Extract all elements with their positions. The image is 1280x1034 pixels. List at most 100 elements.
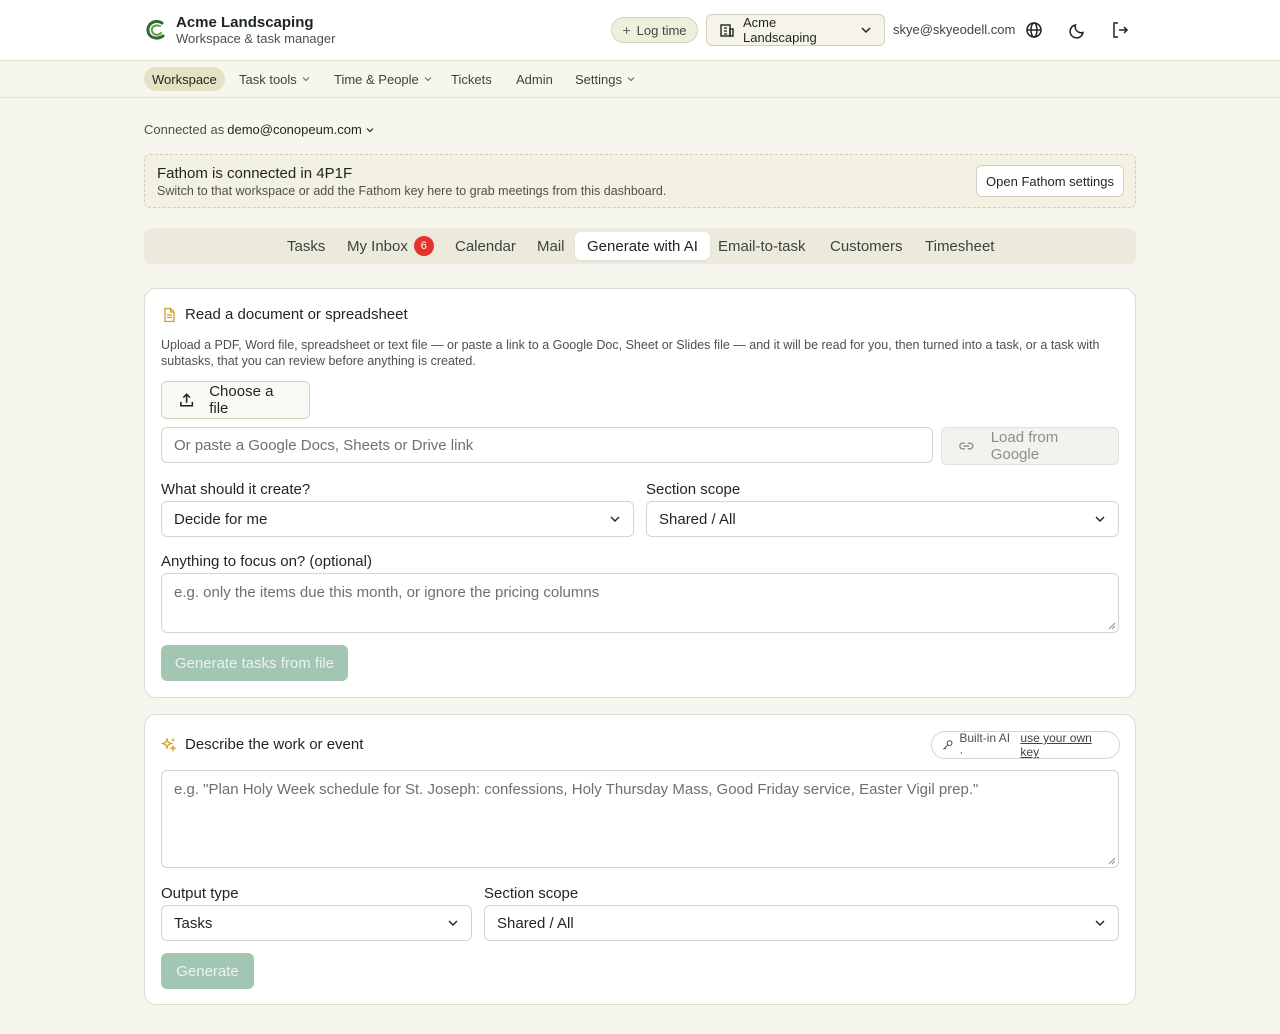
load-from-google-label: Load from Google [990, 429, 1059, 463]
ai-builtin-label: Built-in AI · [959, 731, 1011, 759]
tab-my-inbox[interactable]: My Inbox 6 [335, 232, 446, 260]
nav-time-people[interactable]: Time & People [326, 67, 441, 91]
read-document-title-text: Read a document or spreadsheet [185, 306, 408, 323]
tab-calendar[interactable]: Calendar [443, 232, 528, 260]
tab-calendar-label: Calendar [455, 237, 516, 255]
describe-work-placeholder: e.g. "Plan Holy Week schedule for St. Jo… [174, 781, 979, 798]
resize-handle-icon[interactable] [1108, 857, 1116, 865]
read-document-description: Upload a PDF, Word file, spreadsheet or … [161, 338, 1100, 368]
globe-icon[interactable] [1024, 20, 1044, 40]
workspace-select[interactable]: Acme Landscaping [706, 14, 885, 46]
leaf-logo-icon [146, 19, 165, 40]
moon-icon[interactable] [1068, 20, 1088, 40]
nav-task-tools[interactable]: Task tools [231, 67, 319, 91]
tab-mail[interactable]: Mail [525, 232, 577, 260]
log-time-label: Log time [636, 22, 687, 38]
chevron-down-icon [366, 127, 374, 132]
tab-tasks[interactable]: Tasks [275, 232, 337, 260]
output-type-select[interactable]: Tasks [161, 905, 472, 941]
tab-email-to-task-label: Email-to-task [718, 237, 806, 255]
section-scope-select[interactable]: Shared / All [646, 501, 1119, 537]
tab-email-to-task[interactable]: Email-to-task [706, 232, 818, 260]
describe-scope-select[interactable]: Shared / All [484, 905, 1119, 941]
connected-account-email: demo@conopeum.com [227, 122, 362, 137]
building-icon [720, 24, 734, 37]
google-link-input[interactable]: Or paste a Google Docs, Sheets or Drive … [161, 427, 933, 463]
tab-my-inbox-label: My Inbox [347, 237, 408, 255]
choose-file-label: Choose a file [209, 383, 274, 417]
ai-key-pill: Built-in AI · use your own key [931, 731, 1120, 759]
nav-tickets[interactable]: Tickets [443, 67, 500, 91]
nav-settings-label: Settings [575, 71, 622, 87]
describe-work-title-text: Describe the work or event [185, 736, 364, 753]
document-icon [164, 307, 175, 322]
focus-placeholder: e.g. only the items due this month, or i… [174, 584, 600, 601]
connected-account[interactable]: Connected as demo@conopeum.com [144, 122, 375, 137]
output-type-value: Tasks [174, 914, 213, 932]
use-own-key-link[interactable]: use your own key [1020, 731, 1109, 759]
top-header: Acme Landscaping Workspace & task manage… [0, 0, 1280, 61]
logout-icon[interactable] [1110, 20, 1130, 40]
tab-generate-with-ai[interactable]: Generate with AI [575, 232, 710, 260]
tab-tasks-label: Tasks [287, 237, 326, 255]
describe-work-card: Describe the work or event Built-in AI ·… [144, 714, 1136, 1005]
key-icon [943, 740, 953, 750]
log-time-button[interactable]: + Log time [611, 17, 698, 43]
chevron-down-icon [1095, 920, 1105, 926]
chevron-down-icon [861, 27, 871, 34]
google-link-placeholder: Or paste a Google Docs, Sheets or Drive … [174, 436, 474, 454]
brand-name: Acme Landscaping [176, 14, 314, 31]
describe-scope-value: Shared / All [497, 914, 574, 932]
inbox-count-badge: 6 [413, 236, 434, 256]
user-email[interactable]: skye@skyeodell.com [893, 22, 1015, 37]
create-type-value: Decide for me [174, 510, 268, 528]
tab-bar: Tasks My Inbox 6 Calendar Mail Generate … [144, 228, 1136, 264]
brand-subtitle: Workspace & task manager [176, 31, 336, 46]
output-type-label: Output type [161, 885, 239, 902]
focus-label: Anything to focus on? (optional) [161, 553, 372, 570]
workspace-label: Acme Landscaping [743, 15, 817, 45]
chevron-down-icon [610, 516, 620, 522]
nav-workspace[interactable]: Workspace [144, 67, 225, 91]
generate-tasks-from-file-button[interactable]: Generate tasks from file [161, 645, 348, 681]
tab-generate-with-ai-label: Generate with AI [587, 237, 698, 255]
describe-work-textarea[interactable]: e.g. "Plan Holy Week schedule for St. Jo… [161, 770, 1119, 868]
focus-textarea[interactable]: e.g. only the items due this month, or i… [161, 573, 1119, 633]
brand[interactable]: Acme Landscaping Workspace & task manage… [144, 14, 335, 46]
generate-button[interactable]: Generate [161, 953, 254, 989]
nav-workspace-label: Workspace [152, 71, 217, 87]
open-fathom-settings-button[interactable]: Open Fathom settings [976, 165, 1124, 197]
describe-work-title: Describe the work or event [161, 736, 363, 753]
chevron-down-icon [627, 77, 635, 82]
create-type-select[interactable]: Decide for me [161, 501, 634, 537]
fathom-banner: Fathom is connected in 4P1F Switch to th… [144, 154, 1136, 208]
sparkles-icon [161, 736, 177, 752]
section-scope-label: Section scope [646, 481, 741, 498]
connected-prefix: Connected as [144, 122, 225, 137]
resize-handle-icon[interactable] [1108, 622, 1116, 630]
nav-settings[interactable]: Settings [567, 67, 644, 91]
tab-customers-label: Customers [830, 237, 903, 255]
nav-time-people-label: Time & People [334, 71, 419, 87]
choose-file-button[interactable]: Choose a file [161, 381, 310, 419]
tab-mail-label: Mail [537, 237, 565, 255]
nav-task-tools-label: Task tools [239, 71, 297, 87]
plus-icon: + [622, 22, 631, 38]
read-document-card: Read a document or spreadsheet Upload a … [144, 288, 1136, 698]
load-from-google-button[interactable]: Load from Google [941, 427, 1119, 465]
tab-customers[interactable]: Customers [818, 232, 915, 260]
chevron-down-icon [302, 77, 310, 82]
chevron-down-icon [424, 77, 432, 82]
upload-icon [180, 393, 194, 407]
chevron-down-icon [448, 920, 458, 926]
section-scope-value: Shared / All [659, 510, 736, 528]
read-document-title: Read a document or spreadsheet [161, 306, 408, 323]
link-icon [959, 442, 974, 450]
banner-subtitle: Switch to that workspace or add the Fath… [157, 184, 667, 198]
nav-tickets-label: Tickets [451, 71, 492, 87]
chevron-down-icon [1095, 516, 1105, 522]
main-nav: Workspace Task tools Time & People Ticke… [0, 61, 1280, 98]
nav-admin[interactable]: Admin [508, 67, 561, 91]
banner-title: Fathom is connected in 4P1F [157, 165, 353, 182]
tab-timesheet[interactable]: Timesheet [913, 232, 1006, 260]
